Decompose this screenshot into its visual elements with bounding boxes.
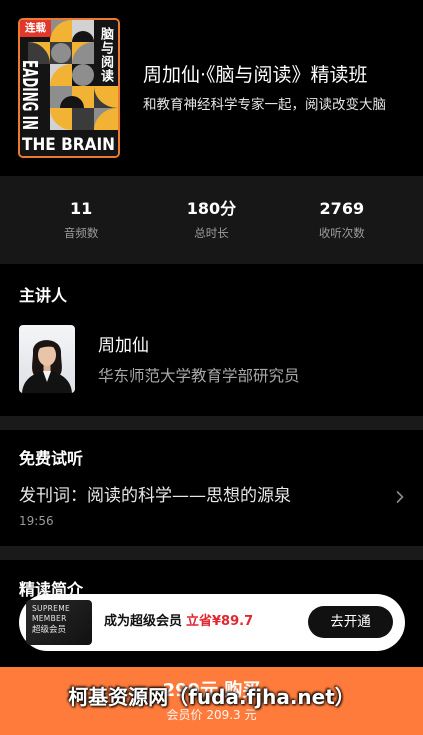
chevron-right-icon[interactable]	[396, 491, 404, 503]
lecturer-section: 主讲人 周加仙 华东师范大学教育学部研究员	[0, 264, 423, 416]
course-header: EADING IN THE BRAIN 连载 脑与阅读 周加仙·《脑与阅读》精读…	[0, 0, 423, 176]
activate-member-button[interactable]: 去开通	[308, 606, 393, 638]
lecturer-card[interactable]: 周加仙 华东师范大学教育学部研究员	[0, 316, 423, 402]
free-trial-heading: 免费试听	[19, 449, 84, 468]
buy-button[interactable]: 299元 购买 会员价 209.3 元	[0, 667, 423, 735]
stat-value: 2769	[319, 199, 365, 218]
course-subtitle: 和教育神经科学专家一起，阅读改变大脑	[143, 97, 386, 113]
super-member-banner[interactable]: SUPREME MEMBER 超级会员 成为超级会员 立省¥89.7 去开通	[19, 594, 405, 651]
serial-tag: 连载	[20, 20, 51, 37]
member-card-line: SUPREME	[32, 604, 71, 613]
member-promo-text: 成为超级会员 立省¥89.7	[104, 612, 253, 632]
course-detail-page: EADING IN THE BRAIN 连载 脑与阅读 周加仙·《脑与阅读》精读…	[0, 0, 423, 735]
course-title: 周加仙·《脑与阅读》精读班	[143, 64, 368, 86]
book-cover: EADING IN THE BRAIN 连载 脑与阅读	[18, 18, 120, 158]
stat-play-count: 2769 收听次数	[277, 176, 407, 264]
buy-price-label: 299元 购买	[162, 680, 261, 701]
trial-item[interactable]: 发刊词：阅读的科学——思想的源泉 19:56	[0, 480, 423, 538]
stat-label: 音频数	[63, 226, 99, 240]
section-divider	[0, 546, 423, 560]
member-promo-label: 成为超级会员	[104, 614, 183, 629]
lecturer-description: 华东师范大学教育学部研究员	[98, 367, 300, 385]
stat-value: 11	[70, 199, 93, 218]
cover-title-en-vertical: EADING IN	[20, 60, 42, 130]
member-saving-amount: 立省¥89.7	[186, 614, 254, 629]
trial-item-title: 发刊词：阅读的科学——思想的源泉	[19, 486, 291, 506]
stat-total-duration: 180分 总时长	[146, 176, 276, 264]
stat-audio-count: 11 音频数	[16, 176, 146, 264]
trial-item-duration: 19:56	[19, 514, 54, 528]
lecturer-heading: 主讲人	[19, 286, 68, 305]
avatar	[19, 325, 75, 393]
stat-label: 总时长	[194, 226, 229, 240]
stat-value: 180分	[186, 199, 237, 218]
cover-title-en-bottom: THE BRAIN	[22, 135, 115, 155]
member-price-label: 会员价 209.3 元	[166, 708, 257, 722]
course-stats: 11 音频数 180分 总时长 2769 收听次数	[0, 176, 423, 264]
free-trial-section: 免费试听 发刊词：阅读的科学——思想的源泉 19:56	[0, 430, 423, 546]
section-divider	[0, 416, 423, 430]
stat-label: 收听次数	[318, 226, 365, 240]
member-card-line: MEMBER	[32, 614, 67, 623]
member-card-line: 超级会员	[32, 625, 67, 635]
lecturer-name: 周加仙	[98, 336, 149, 356]
cover-title-cn: 脑与阅读	[98, 27, 113, 83]
member-card-image: SUPREME MEMBER 超级会员	[26, 600, 92, 645]
